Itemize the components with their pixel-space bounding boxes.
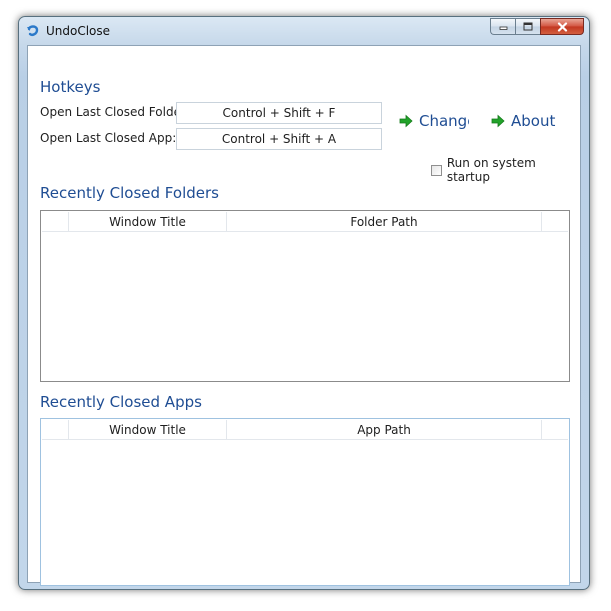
apps-heading: Recently Closed Apps bbox=[40, 393, 202, 411]
client-area: Hotkeys Open Last Closed Folder: Control… bbox=[27, 45, 581, 586]
green-arrow-icon bbox=[399, 114, 413, 128]
startup-option[interactable]: Run on system startup bbox=[431, 156, 580, 184]
apps-filler-column bbox=[542, 420, 568, 439]
hotkeys-heading: Hotkeys bbox=[40, 78, 101, 96]
app-hotkey-label: Open Last Closed App: bbox=[40, 131, 177, 145]
startup-checkbox[interactable] bbox=[431, 164, 442, 176]
folder-hotkey-field[interactable]: Control + Shift + F bbox=[176, 102, 382, 124]
folders-column-window-title[interactable]: Window Title bbox=[69, 212, 227, 231]
startup-label: Run on system startup bbox=[446, 156, 536, 184]
folders-list[interactable]: Window Title Folder Path bbox=[40, 210, 570, 382]
apps-list[interactable]: Window Title App Path bbox=[40, 418, 570, 586]
about-label: About bbox=[511, 112, 556, 130]
maximize-icon bbox=[523, 22, 533, 31]
minimize-button[interactable] bbox=[490, 18, 515, 35]
apps-column-window-title[interactable]: Window Title bbox=[69, 420, 227, 439]
app-window: UndoClose Hotkeys Open Last Closed Folde… bbox=[18, 16, 590, 590]
change-button[interactable]: Change bbox=[399, 112, 469, 130]
app-hotkey-field[interactable]: Control + Shift + A bbox=[176, 128, 382, 150]
folders-list-header: Window Title Folder Path bbox=[42, 212, 568, 232]
maximize-button[interactable] bbox=[515, 18, 540, 35]
folders-column-folder-path[interactable]: Folder Path bbox=[227, 212, 542, 231]
about-button[interactable]: About bbox=[491, 112, 555, 130]
folders-filler-column bbox=[542, 212, 568, 231]
folder-hotkey-label: Open Last Closed Folder: bbox=[40, 105, 190, 119]
apps-gutter-column bbox=[42, 420, 69, 439]
green-arrow-icon bbox=[491, 114, 505, 128]
folders-gutter-column bbox=[42, 212, 69, 231]
folders-list-body[interactable] bbox=[42, 232, 568, 380]
close-button[interactable] bbox=[540, 18, 584, 35]
folders-heading: Recently Closed Folders bbox=[40, 184, 219, 202]
caption-buttons bbox=[490, 18, 584, 35]
apps-column-app-path[interactable]: App Path bbox=[227, 420, 542, 439]
close-icon bbox=[557, 21, 567, 32]
apps-list-body[interactable] bbox=[42, 440, 568, 584]
change-label: Change bbox=[419, 112, 469, 130]
window-title: UndoClose bbox=[46, 24, 111, 38]
minimize-icon bbox=[499, 26, 507, 30]
title-bar[interactable]: UndoClose bbox=[19, 17, 589, 45]
apps-list-header: Window Title App Path bbox=[42, 420, 568, 440]
undo-arrow-icon bbox=[27, 25, 39, 36]
